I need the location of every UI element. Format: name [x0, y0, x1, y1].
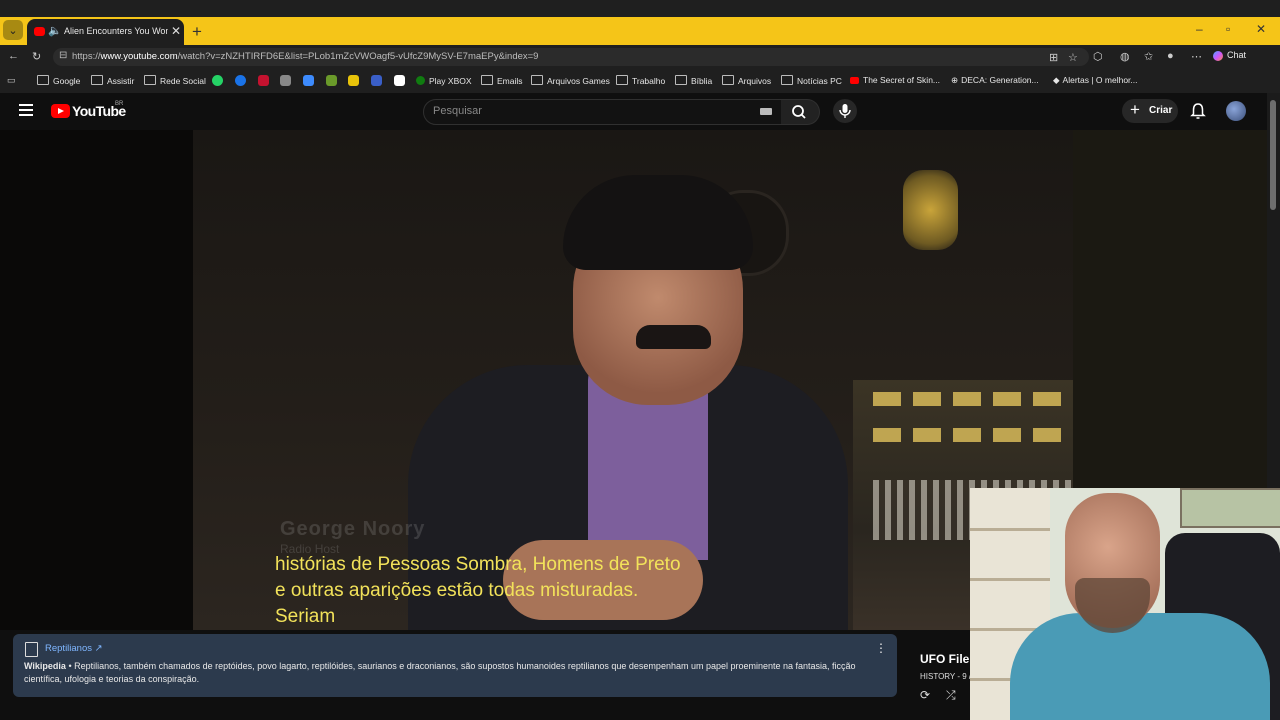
- bookmark-trabalho[interactable]: Trabalho: [616, 75, 665, 86]
- lower-third-name: George Noory: [280, 518, 426, 540]
- info-description: • Reptilianos, também chamados de reptói…: [24, 661, 856, 684]
- youtube-favicon-icon: [850, 77, 859, 84]
- account-avatar[interactable]: [1226, 101, 1246, 121]
- bookmark-arquivos[interactable]: Arquivos: [722, 75, 771, 86]
- copilot-icon: [1213, 50, 1223, 61]
- media-icon[interactable]: [235, 75, 246, 86]
- voice-search-button[interactable]: [833, 99, 857, 123]
- reading-list-icon[interactable]: ▭: [7, 75, 16, 86]
- folder-icon: [675, 75, 687, 85]
- diamond-icon: ◆: [1053, 75, 1060, 85]
- favorites-icon[interactable]: ✩: [1144, 50, 1153, 63]
- scrollbar-thumb[interactable]: [1270, 100, 1276, 210]
- notifications-button[interactable]: [1190, 102, 1206, 125]
- country-code: BR: [115, 101, 124, 107]
- xbox-icon: [416, 76, 425, 85]
- search-placeholder: Pesquisar: [433, 105, 482, 117]
- microphone-icon: [839, 104, 851, 118]
- folder-icon: [144, 75, 156, 85]
- bookmark-biblia[interactable]: Bíblia: [675, 75, 712, 86]
- speaker-icon[interactable]: 🔈: [48, 24, 62, 37]
- search-button[interactable]: [781, 99, 820, 125]
- bookmark-google[interactable]: Google: [37, 75, 80, 86]
- youtube-logo-icon[interactable]: [51, 104, 70, 118]
- tab-active[interactable]: 🔈 Alien Encounters You Won't B ✕: [27, 19, 184, 45]
- subtitle-line: histórias de Pessoas Sombra, Homens de P…: [275, 554, 681, 575]
- info-panel-link[interactable]: Reptilianos ↗: [45, 643, 103, 654]
- folder-icon: [781, 75, 793, 85]
- new-tab-button[interactable]: +: [192, 22, 202, 42]
- close-window-button[interactable]: ✕: [1256, 22, 1266, 36]
- bell-icon: [1190, 103, 1206, 119]
- folder-icon: [37, 75, 49, 85]
- shortcut-indigo-icon[interactable]: [371, 75, 382, 86]
- shortcut-green-icon[interactable]: [326, 75, 337, 86]
- profile-icon[interactable]: ●: [1167, 50, 1174, 62]
- shortcut-white-icon[interactable]: [394, 75, 405, 86]
- site-info-icon[interactable]: ⊟: [59, 50, 67, 61]
- more-menu-icon[interactable]: ⋯: [1191, 50, 1202, 63]
- menu-icon[interactable]: [19, 104, 33, 119]
- subtitle-line: e outras aparições estão todas misturada…: [275, 580, 639, 601]
- document-icon: [25, 642, 38, 657]
- globe-icon: ⊕: [951, 75, 959, 85]
- wall-picture: [1180, 488, 1280, 528]
- playlist-title[interactable]: UFO File: [920, 652, 969, 666]
- shortcut-red-icon[interactable]: [258, 75, 269, 86]
- minimize-button[interactable]: –: [1196, 22, 1203, 36]
- shortcut-blue-icon[interactable]: [303, 75, 314, 86]
- bookmark-arquivos-games[interactable]: Arquivos Games: [531, 75, 610, 86]
- loop-icon[interactable]: ⟳: [920, 688, 930, 702]
- studio-lamp: [903, 170, 958, 250]
- context-info-panel: Reptilianos ↗ ⋮ Wikipedia • Reptilianos,…: [13, 634, 897, 697]
- bookmark-deca[interactable]: ⊕ DECA: Generation...: [951, 75, 1039, 86]
- copilot-chat-button[interactable]: Chat: [1213, 50, 1246, 61]
- plus-icon: +: [1130, 100, 1140, 119]
- shortcut-yellow-icon[interactable]: [348, 75, 359, 86]
- bookmark-play-xbox[interactable]: Play XBOX: [416, 75, 472, 86]
- shuffle-icon[interactable]: ⤮: [946, 688, 956, 703]
- search-icon: [792, 105, 806, 119]
- bookmark-assistir[interactable]: Assistir: [91, 75, 134, 86]
- back-icon[interactable]: ←: [8, 50, 19, 62]
- close-tab-icon[interactable]: ✕: [171, 24, 181, 38]
- maximize-button[interactable]: ▫: [1226, 22, 1230, 36]
- info-panel-text: Wikipedia • Reptilianos, também chamados…: [24, 660, 884, 686]
- bookmark-star-icon[interactable]: ☆: [1068, 51, 1078, 64]
- performance-icon[interactable]: ◍: [1120, 50, 1130, 63]
- keyboard-icon[interactable]: [760, 108, 772, 115]
- folder-icon: [531, 75, 543, 85]
- webcam-overlay: [970, 488, 1280, 720]
- install-app-icon[interactable]: ⊞: [1049, 51, 1058, 64]
- whatsapp-icon[interactable]: [212, 75, 223, 86]
- bookmark-noticias-pc[interactable]: Notícias PC: [781, 75, 842, 86]
- address-bar[interactable]: ⊟ https://www.youtube.com/watch?v=zNZHTI…: [53, 48, 1089, 66]
- shortcut-gray-icon[interactable]: [280, 75, 291, 86]
- window-titlebar: [0, 0, 1280, 17]
- url-text: https://www.youtube.com/watch?v=zNZHTIRF…: [72, 51, 539, 62]
- bookmark-alertas[interactable]: ◆ Alertas | O melhor...: [1053, 75, 1138, 86]
- folder-icon: [722, 75, 734, 85]
- playlist-channel[interactable]: HISTORY - 9 /: [920, 672, 971, 681]
- tab-search-button[interactable]: ⌄: [3, 20, 23, 40]
- extensions-icon[interactable]: ⬡: [1093, 50, 1103, 63]
- folder-icon: [616, 75, 628, 85]
- bookmark-rede-social[interactable]: Rede Social: [144, 75, 206, 86]
- folder-icon: [91, 75, 103, 85]
- bookmark-emails[interactable]: Emails: [481, 75, 523, 86]
- tab-title: Alien Encounters You Won't B: [64, 26, 168, 36]
- folder-icon: [481, 75, 493, 85]
- more-options-icon[interactable]: ⋮: [875, 641, 887, 655]
- reload-icon[interactable]: ↻: [32, 50, 41, 63]
- bookmark-secret-of-skin[interactable]: The Secret of Skin...: [850, 75, 940, 85]
- youtube-favicon-icon: [34, 27, 45, 36]
- info-source: Wikipedia: [24, 661, 66, 671]
- create-button[interactable]: + Criar: [1122, 99, 1178, 123]
- subtitle-line: Seriam: [275, 606, 336, 627]
- search-input[interactable]: Pesquisar: [423, 99, 783, 125]
